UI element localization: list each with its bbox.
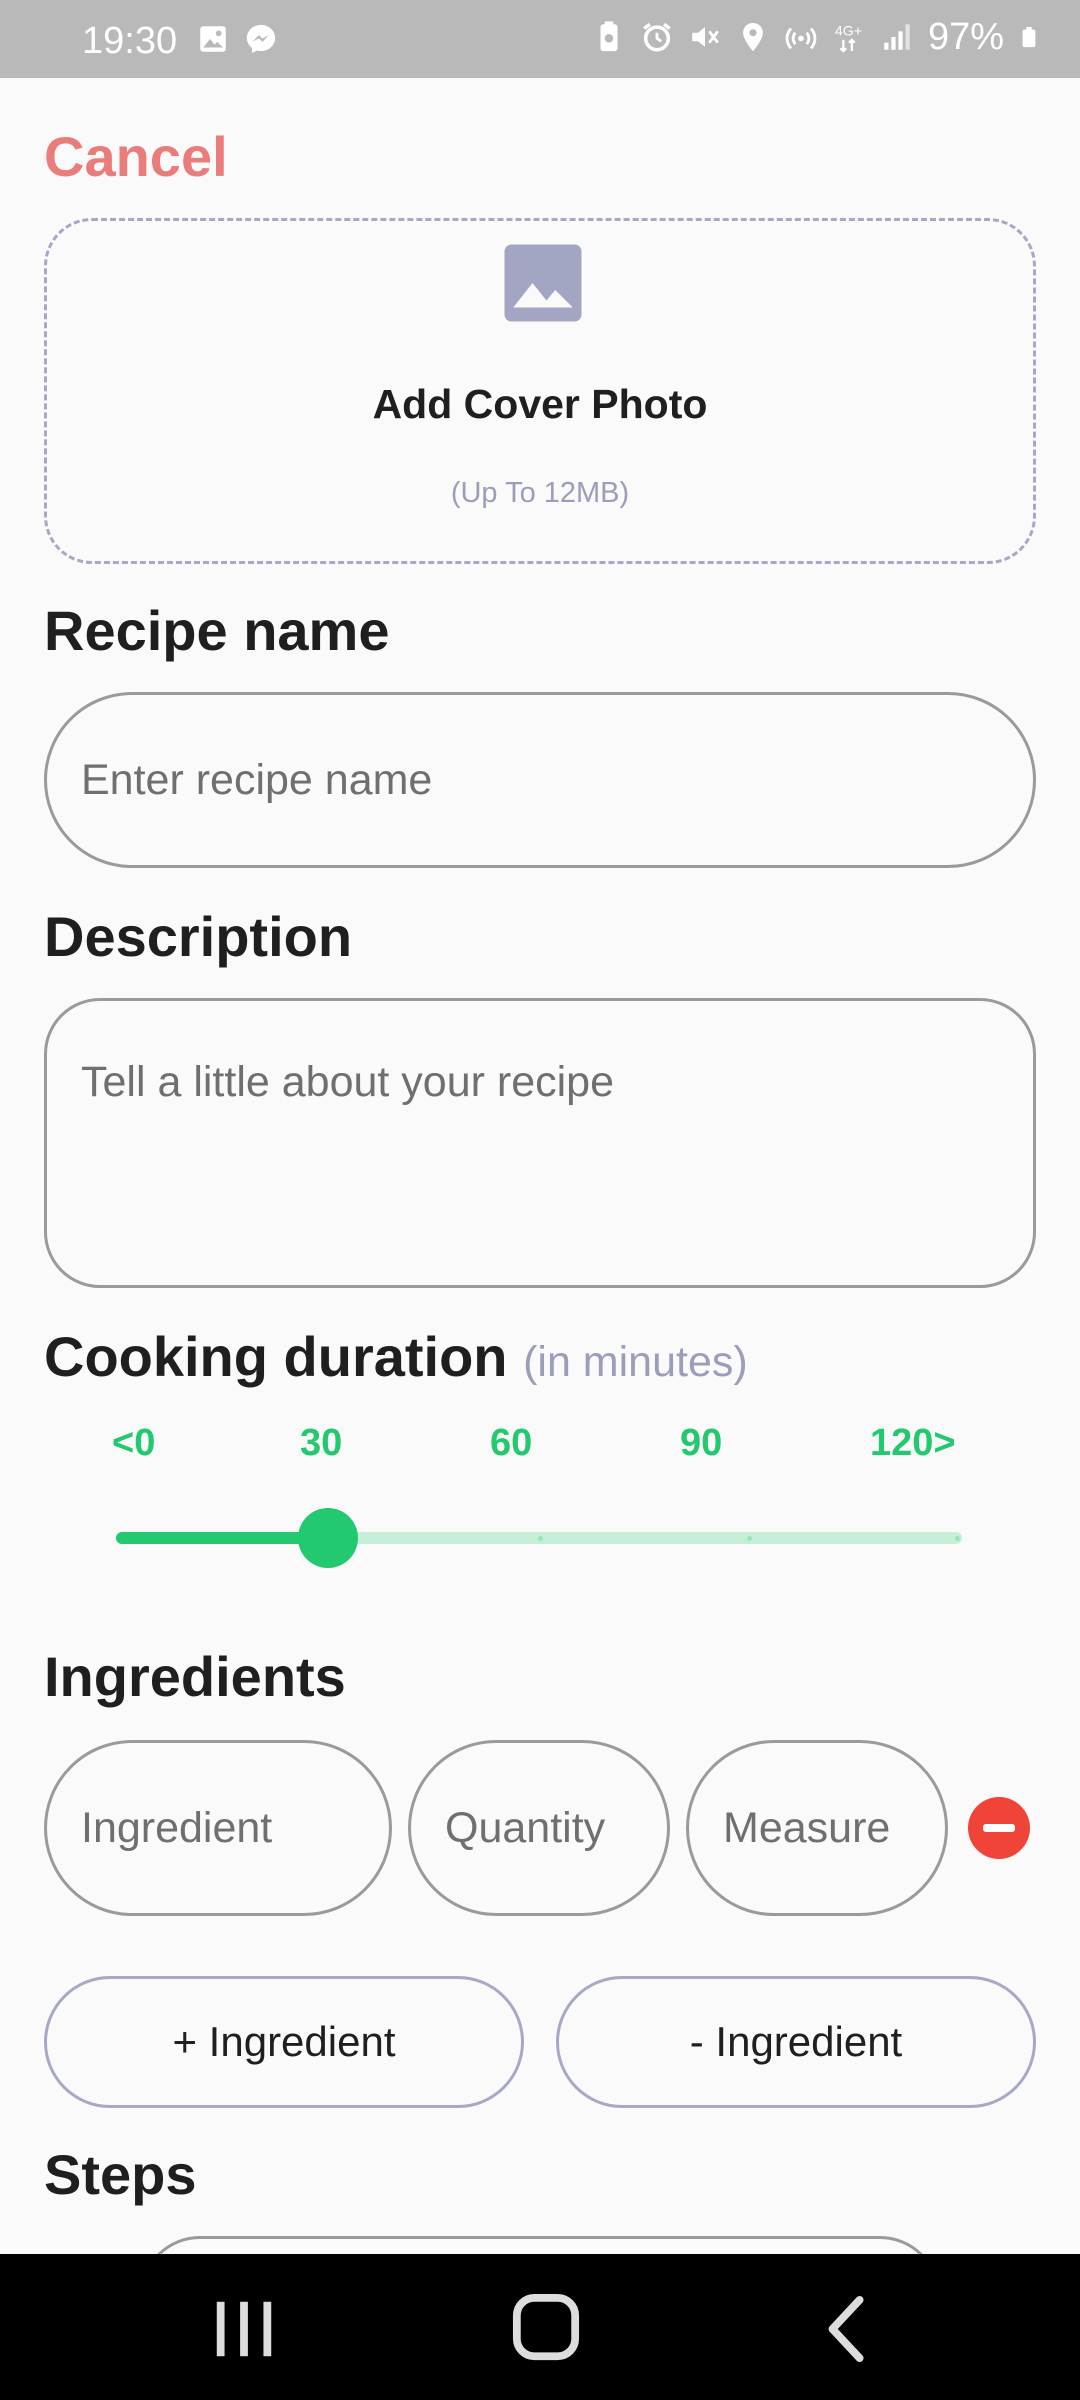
description-input[interactable]: [44, 998, 1036, 1288]
mute-icon: [692, 27, 719, 47]
cooking-duration-heading: Cooking duration (in minutes): [44, 1324, 748, 1389]
ingredients-label: Ingredients: [44, 1645, 346, 1708]
recipe-name-input[interactable]: [44, 692, 1036, 868]
remove-ingredient-row-button[interactable]: [968, 1797, 1030, 1859]
slider-tick-label: 30: [300, 1422, 343, 1464]
steps-label: Steps: [44, 2143, 197, 2206]
alarm-icon: [643, 22, 671, 52]
back-icon[interactable]: [808, 2294, 888, 2364]
image-icon: [504, 244, 582, 322]
battery-icon: [1022, 26, 1036, 48]
cover-photo-size-hint: (Up To 12MB): [450, 477, 630, 509]
description-label: Description: [44, 905, 353, 968]
4g-icon: 4G+: [835, 24, 862, 53]
status-time: 19:30: [82, 20, 178, 62]
location-icon: [743, 22, 763, 52]
slider-tick-label: 120>: [870, 1422, 956, 1464]
cooking-duration-unit-note: (in minutes): [523, 1338, 748, 1386]
cover-photo-title: Add Cover Photo: [372, 381, 708, 427]
recent-apps-icon[interactable]: [204, 2294, 284, 2364]
image-icon: [200, 26, 226, 52]
svg-text:4G+: 4G+: [835, 24, 862, 40]
battery-percent: 97%: [927, 16, 1004, 58]
slider-step-dot: [747, 1536, 752, 1541]
cancel-button[interactable]: Cancel: [44, 124, 228, 189]
slider-thumb[interactable]: [298, 1508, 358, 1568]
add-cover-photo-area[interactable]: Add Cover Photo (Up To 12MB): [44, 218, 1036, 564]
cooking-duration-label: Cooking duration: [44, 1325, 508, 1388]
ingredient-measure-input[interactable]: [686, 1740, 948, 1916]
system-nav-bar: [0, 2254, 1080, 2400]
status-bar: 19:30 4G+ 97%: [0, 0, 1080, 78]
messenger-icon: [246, 24, 276, 54]
slider-step-dot: [538, 1536, 543, 1541]
recipe-name-label: Recipe name: [44, 599, 390, 662]
signal-icon: [884, 24, 910, 50]
slider-tick-label: 60: [490, 1422, 533, 1464]
remove-ingredient-button[interactable]: - Ingredient: [556, 1976, 1036, 2108]
cooking-duration-slider[interactable]: [116, 1508, 962, 1568]
home-icon[interactable]: [506, 2294, 586, 2364]
slider-tick-label: 90: [680, 1422, 723, 1464]
slider-step-dot: [955, 1536, 960, 1541]
battery-saver-icon: [600, 21, 618, 52]
add-ingredient-button[interactable]: + Ingredient: [44, 1976, 524, 2108]
hotspot-icon: [785, 27, 817, 50]
slider-tick-label: <0: [112, 1422, 156, 1464]
ingredient-quantity-input[interactable]: [408, 1740, 670, 1916]
slider-active-track: [116, 1532, 328, 1544]
ingredient-name-input[interactable]: [44, 1740, 392, 1916]
